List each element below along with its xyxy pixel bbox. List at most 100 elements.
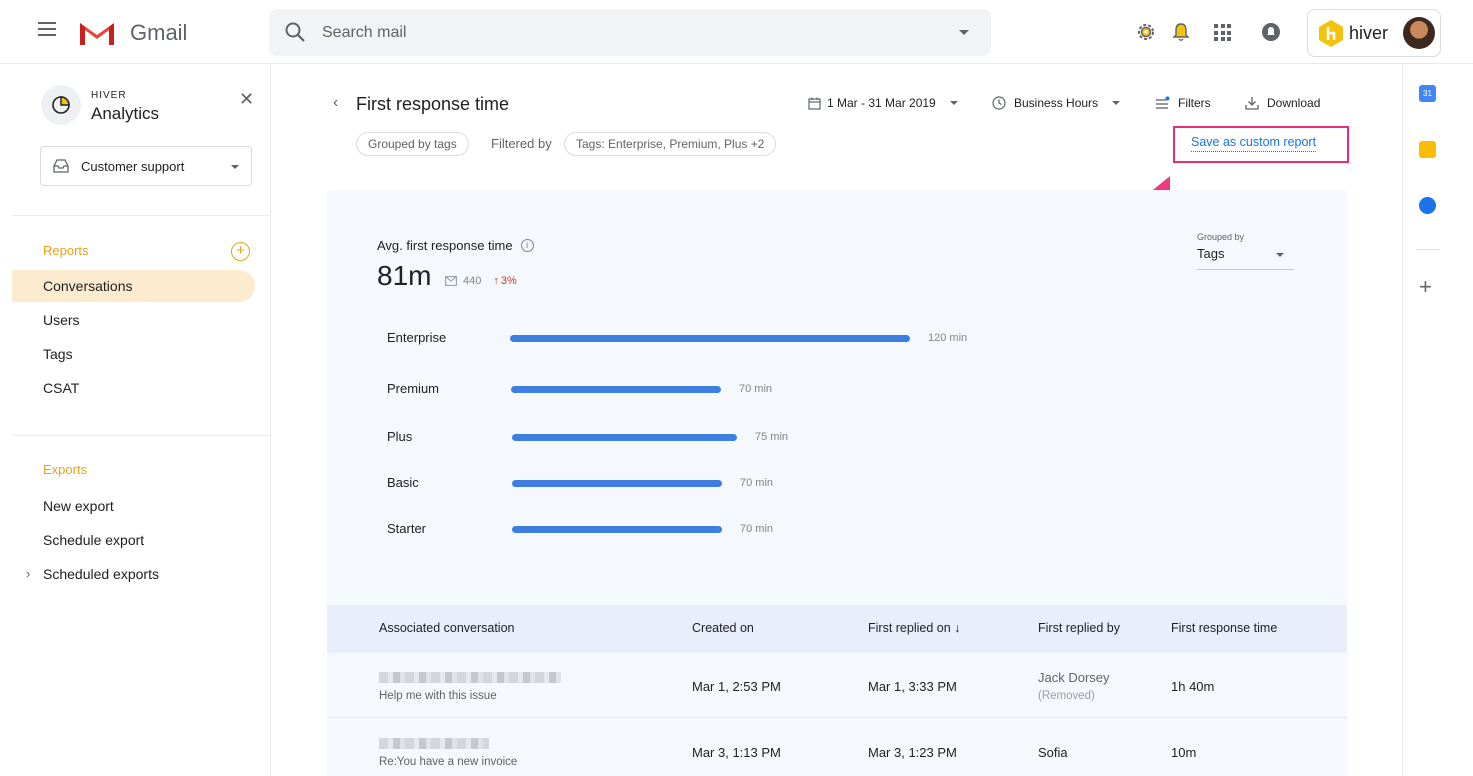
table-row[interactable]: Help me with this issue Mar 1, 2:53 PM M…	[327, 653, 1347, 718]
filtered-by-label: Filtered by	[491, 136, 552, 151]
brand-small-label: HIVER	[91, 90, 127, 101]
mail-icon	[445, 276, 457, 286]
save-custom-report-link[interactable]: Save as custom report	[1191, 135, 1317, 152]
bar-row-basic: Basic 70 min	[387, 475, 1187, 495]
search-icon[interactable]	[284, 21, 306, 43]
bar[interactable]	[512, 480, 722, 487]
conversation-subject[interactable]: Help me with this issue	[379, 690, 497, 702]
column-header-first-replied-by[interactable]: First replied by	[1038, 621, 1120, 635]
chevron-down-icon	[949, 101, 958, 105]
metric-subinfo: 440 ↑ 3%	[445, 275, 517, 287]
bar[interactable]	[512, 526, 722, 533]
filters-label: Filters	[1178, 96, 1211, 110]
bar-label: Premium	[387, 381, 440, 396]
bar-row-plus: Plus 75 min	[387, 429, 1187, 449]
side-apps-rail: 31 +	[1402, 64, 1452, 776]
inbox-selector-label: Customer support	[81, 159, 185, 174]
bar-label: Enterprise	[387, 330, 447, 345]
chevron-down-icon	[1276, 253, 1284, 257]
conversation-subject[interactable]: Re:You have a new invoice	[379, 756, 517, 768]
user-avatar[interactable]	[1403, 17, 1435, 49]
sidebar-item-users[interactable]: Users	[12, 304, 255, 336]
chevron-down-icon	[1112, 101, 1121, 105]
sidebar-divider	[12, 435, 270, 436]
calendar-app-icon[interactable]: 31	[1419, 85, 1436, 102]
reports-section-title: Reports	[43, 243, 89, 258]
add-app-icon[interactable]: +	[1419, 274, 1432, 300]
bar-row-starter: Starter 70 min	[387, 521, 1187, 541]
arrow-up-icon: ↑	[493, 275, 499, 287]
metric-label-text: Avg. first response time	[377, 238, 513, 253]
column-header-conversation[interactable]: Associated conversation	[379, 621, 515, 635]
hiver-wordmark: hiver	[1349, 23, 1389, 43]
created-on-cell: Mar 1, 2:53 PM	[692, 679, 781, 694]
sidebar-item-conversations[interactable]: Conversations	[12, 270, 255, 302]
calendar-icon	[808, 97, 821, 110]
settings-gear-icon[interactable]	[1136, 22, 1156, 42]
grouped-by-chip[interactable]: Grouped by tags	[356, 132, 469, 156]
hours-selector[interactable]: Business Hours	[992, 96, 1121, 110]
inbox-icon	[53, 159, 69, 173]
exports-section-title: Exports	[43, 462, 88, 477]
first-replied-on-cell: Mar 1, 3:33 PM	[868, 679, 957, 694]
report-panel: Avg. first response time i 81m 440 ↑ 3% …	[327, 190, 1347, 776]
redacted-email-text	[379, 672, 561, 683]
sidebar-item-csat[interactable]: CSAT	[12, 372, 255, 404]
grouped-by-select[interactable]: Tags	[1197, 246, 1294, 270]
gmail-logo-icon[interactable]	[78, 19, 116, 47]
first-replied-by-cell: Sofia	[1038, 745, 1068, 760]
bar-value-label: 70 min	[740, 477, 774, 489]
sidebar-item-new-export[interactable]: New export	[12, 490, 255, 522]
column-header-first-response-time[interactable]: First response time	[1171, 621, 1277, 635]
bar-label: Basic	[387, 475, 419, 490]
download-icon	[1245, 97, 1259, 110]
bar-value-label: 70 min	[740, 523, 774, 535]
account-switcher[interactable]: hiver	[1307, 9, 1441, 57]
search-bar[interactable]: Search mail	[269, 9, 991, 56]
first-replied-by-cell: Jack Dorsey	[1038, 670, 1110, 685]
inbox-selector[interactable]: Customer support	[40, 146, 252, 186]
table-row[interactable]: Re:You have a new invoice Mar 3, 1:13 PM…	[327, 719, 1347, 776]
analytics-logo	[41, 85, 81, 125]
column-header-created-on[interactable]: Created on	[692, 621, 754, 635]
clock-icon	[992, 96, 1006, 110]
keep-notes-icon[interactable]	[1419, 141, 1436, 158]
column-header-first-replied-on[interactable]: First replied on ↓	[868, 621, 960, 635]
notifications-circle-icon[interactable]	[1261, 22, 1281, 42]
gmail-topbar: Gmail Search mail hiver	[0, 0, 1473, 64]
sidebar-item-scheduled-exports[interactable]: Scheduled exports	[12, 558, 255, 590]
bar-value-label: 75 min	[755, 431, 789, 443]
conversation-count: 440	[463, 275, 482, 287]
first-response-time-cell: 1h 40m	[1171, 679, 1215, 694]
sidebar-item-schedule-export[interactable]: Schedule export	[12, 524, 255, 556]
bar-row-premium: Premium 70 min	[387, 381, 1187, 401]
pie-chart-icon	[52, 96, 70, 114]
filters-sliders-icon	[1156, 96, 1170, 109]
search-options-caret-icon[interactable]	[959, 30, 969, 35]
tasks-icon[interactable]	[1419, 197, 1436, 214]
gmail-wordmark: Gmail	[130, 20, 188, 45]
google-apps-icon[interactable]	[1214, 24, 1231, 41]
close-icon[interactable]: ✕	[239, 89, 254, 110]
metric-delta: 3%	[500, 275, 517, 287]
back-arrow-icon[interactable]: ‹	[333, 94, 338, 112]
notification-bell-icon[interactable]	[1172, 22, 1190, 42]
info-icon[interactable]: i	[520, 239, 534, 252]
tag-filter-chip[interactable]: Tags: Enterprise, Premium, Plus +2	[564, 132, 777, 156]
date-range-picker[interactable]: 1 Mar - 31 Mar 2019	[808, 96, 958, 110]
date-range-label: 1 Mar - 31 Mar 2019	[827, 96, 936, 110]
rail-divider	[1417, 249, 1439, 250]
sidebar-item-tags[interactable]: Tags	[12, 338, 255, 370]
add-report-icon[interactable]: +	[231, 242, 250, 261]
grouped-by-label: Grouped by	[1197, 232, 1245, 242]
bar-value-label: 120 min	[928, 332, 968, 344]
search-input[interactable]: Search mail	[322, 24, 406, 42]
first-replied-on-cell: Mar 3, 1:23 PM	[868, 745, 957, 760]
main-menu-icon[interactable]	[38, 22, 58, 42]
redacted-email-text	[379, 738, 489, 749]
bar[interactable]	[512, 434, 737, 441]
download-button[interactable]: Download	[1245, 96, 1320, 110]
bar[interactable]	[511, 386, 721, 393]
filters-button[interactable]: Filters	[1155, 96, 1211, 110]
bar[interactable]	[510, 335, 910, 342]
